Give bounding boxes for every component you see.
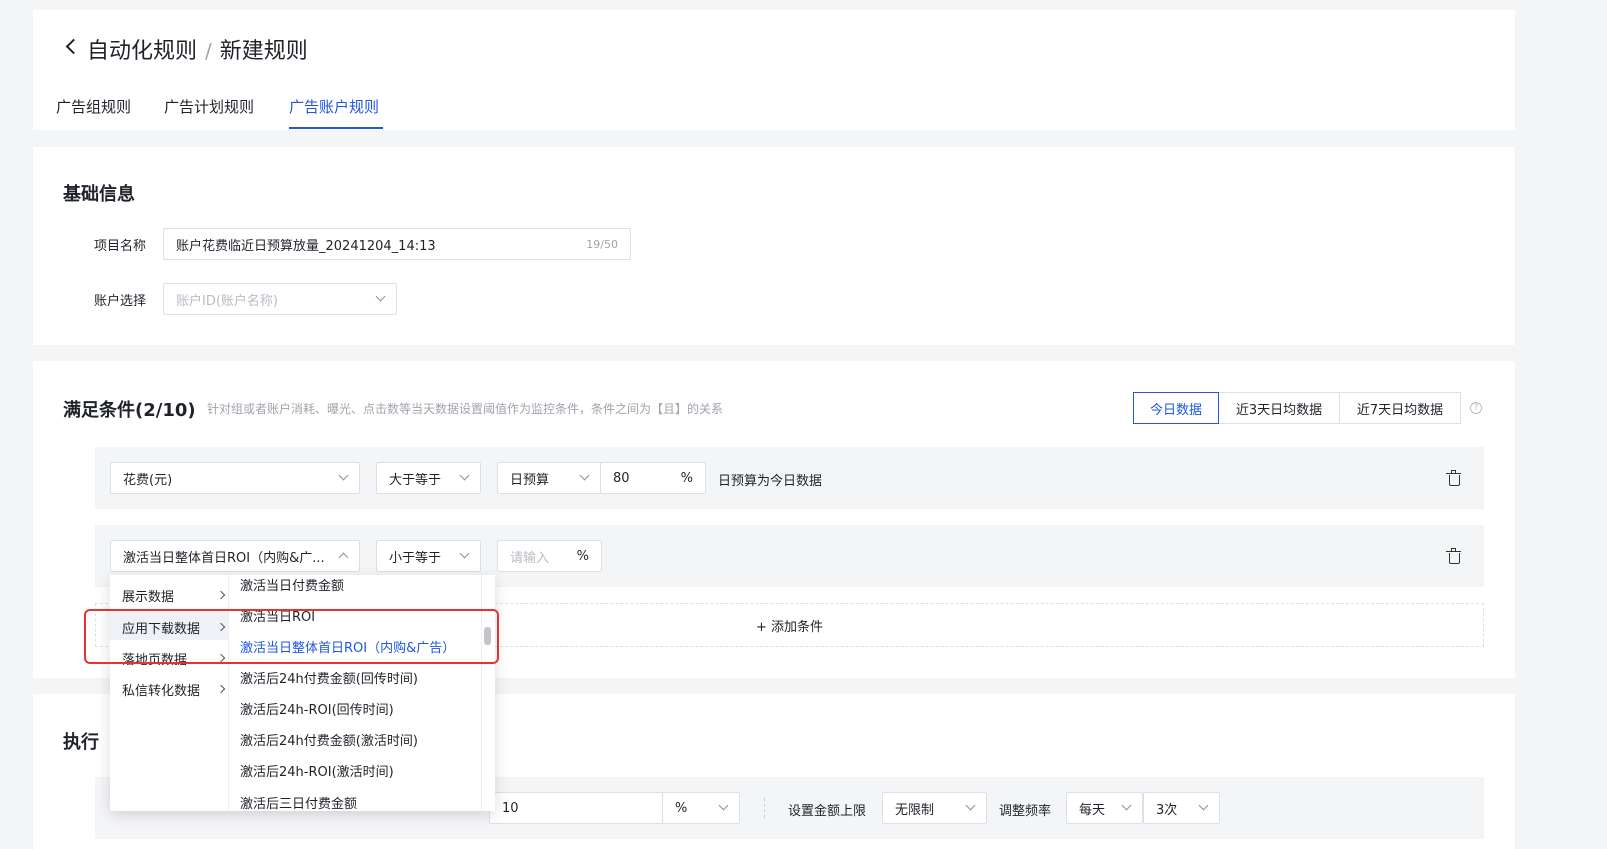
execution-unit: %: [675, 800, 688, 816]
times-value: 3次: [1156, 802, 1178, 818]
condition-1-metric-select[interactable]: 花费(元): [110, 462, 360, 494]
condition-2-operator: 小于等于: [389, 550, 442, 566]
condition-2-operator-select[interactable]: 小于等于: [376, 540, 481, 572]
condition-1-value-input[interactable]: 80 %: [600, 462, 706, 494]
chevron-down-icon: [579, 470, 590, 481]
breadcrumb-separator: /: [205, 39, 212, 63]
range-tab-3days[interactable]: 近3天日均数据: [1219, 392, 1340, 424]
condition-1-base-select[interactable]: 日预算: [497, 462, 601, 494]
project-name-value: 账户花费临近日预算放量_20241204_14:13: [176, 238, 436, 254]
category-display-data-label: 展示数据: [122, 590, 175, 605]
basic-info-title: 基础信息: [63, 184, 135, 205]
amount-limit-select[interactable]: 无限制: [882, 792, 987, 824]
condition-1-operator-select[interactable]: 大于等于: [376, 462, 481, 494]
option-24h-pay-amount-activation[interactable]: 激活后24h付费金额(激活时间): [240, 730, 418, 749]
option-24h-roi-activation[interactable]: 激活后24h-ROI(激活时间): [240, 761, 394, 780]
page-title: 自动化规则 / 新建规则: [87, 33, 308, 65]
range-tab-today-label: 今日数据: [1149, 402, 1202, 418]
chevron-down-icon: [1198, 800, 1209, 811]
times-select[interactable]: 3次: [1143, 792, 1220, 824]
account-select-placeholder: 账户ID(账户名称): [176, 293, 278, 309]
condition-1-operator: 大于等于: [389, 472, 442, 488]
help-icon[interactable]: ?: [1470, 402, 1482, 414]
condition-1-value: 80: [613, 470, 630, 486]
chevron-up-icon: [338, 552, 349, 563]
tab-ad-account-rule[interactable]: 广告账户规则: [289, 96, 379, 117]
range-tab-7days[interactable]: 近7天日均数据: [1340, 392, 1461, 424]
amount-limit-label: 设置金额上限: [788, 804, 867, 819]
chevron-down-icon: [459, 470, 470, 481]
chevron-right-icon: [216, 684, 226, 694]
range-tab-3days-label: 近3天日均数据: [1235, 402, 1323, 418]
option-24h-pay-amount-callback[interactable]: 激活后24h付费金额(回传时间): [240, 668, 418, 687]
execution-value-input[interactable]: 10: [489, 792, 663, 824]
category-private-message-data-label: 私信转化数据: [122, 684, 201, 699]
option-3day-pay-amount[interactable]: 激活后三日付费金额: [240, 793, 357, 811]
execution-unit-select[interactable]: %: [662, 792, 740, 824]
data-range-tabs: 今日数据 近3天日均数据 近7天日均数据: [1133, 392, 1461, 424]
condition-2-metric: 激活当日整体首日ROI（内购&广...: [123, 550, 325, 566]
amount-limit-value: 无限制: [895, 802, 935, 818]
condition-2-value-placeholder: 请输入: [510, 550, 550, 566]
chevron-down-icon: [375, 291, 386, 302]
option-24h-roi-callback[interactable]: 激活后24h-ROI(回传时间): [240, 699, 394, 718]
frequency-select[interactable]: 每天: [1066, 792, 1143, 824]
condition-1-unit: %: [680, 470, 693, 486]
add-condition-label: + 添加条件: [755, 619, 824, 635]
range-tab-today[interactable]: 今日数据: [1133, 392, 1219, 424]
category-display-data[interactable]: 展示数据: [122, 586, 226, 605]
breadcrumb-current: 新建规则: [219, 39, 308, 64]
active-tab-indicator: [289, 127, 383, 129]
back-arrow-icon[interactable]: [64, 38, 82, 55]
conditions-hint: 针对组或者账户消耗、曝光、点击数等当天数据设置阈值作为监控条件，条件之间为【且】…: [207, 402, 724, 416]
account-select-label: 账户选择: [94, 294, 147, 309]
condition-2-metric-select[interactable]: 激活当日整体首日ROI（内购&广...: [110, 540, 360, 572]
adjust-frequency-label: 调整频率: [999, 804, 1052, 819]
account-select[interactable]: 账户ID(账户名称): [163, 283, 397, 315]
chevron-down-icon: [338, 470, 349, 481]
option-activation-day-pay-amount[interactable]: 激活当日付费金额: [240, 575, 344, 594]
category-private-message-data[interactable]: 私信转化数据: [122, 680, 226, 699]
condition-1-note: 日预算为今日数据: [718, 474, 823, 489]
range-tab-7days-label: 近7天日均数据: [1356, 402, 1444, 418]
frequency-value: 每天: [1079, 802, 1106, 818]
project-name-count: 19/50: [586, 237, 618, 251]
chevron-down-icon: [718, 800, 729, 811]
highlight-annotation-box: [84, 609, 499, 664]
condition-1-metric: 花费(元): [123, 472, 173, 488]
chevron-down-icon: [459, 548, 470, 559]
header-card: [33, 10, 1515, 130]
breadcrumb-root[interactable]: 自动化规则: [87, 33, 197, 65]
project-name-input[interactable]: 账户花费临近日预算放量_20241204_14:13 19/50: [163, 228, 631, 260]
chevron-down-icon: [1121, 800, 1132, 811]
delete-condition-2-icon[interactable]: [1446, 548, 1461, 564]
execution-value: 10: [502, 800, 519, 816]
tab-ad-group-rule[interactable]: 广告组规则: [56, 96, 131, 117]
chevron-down-icon: [965, 800, 976, 811]
tab-ad-plan-rule[interactable]: 广告计划规则: [164, 96, 254, 117]
project-name-label: 项目名称: [94, 239, 147, 254]
conditions-title: 满足条件(2/10): [63, 400, 196, 421]
chevron-right-icon: [216, 590, 226, 600]
condition-2-unit: %: [576, 548, 589, 564]
delete-condition-1-icon[interactable]: [1446, 470, 1461, 486]
execution-title: 执行: [63, 732, 99, 753]
condition-1-base: 日预算: [510, 472, 550, 488]
execution-divider: [764, 798, 765, 818]
condition-2-value-input[interactable]: 请输入 %: [497, 540, 602, 572]
